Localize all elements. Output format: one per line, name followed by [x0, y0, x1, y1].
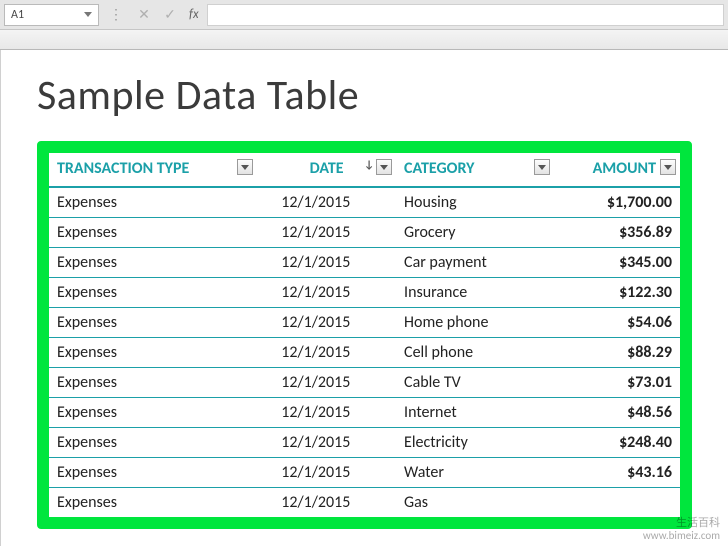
filter-button[interactable]: [237, 159, 253, 175]
enter-formula-button[interactable]: ✓: [159, 4, 181, 26]
sort-descending-icon: ↓: [364, 158, 374, 171]
cell-date[interactable]: 12/1/2015: [257, 428, 396, 458]
cell-date[interactable]: 12/1/2015: [257, 278, 396, 308]
cell-transaction-type[interactable]: Expenses: [49, 278, 257, 308]
watermark-text: 生活百科: [643, 516, 720, 529]
name-box[interactable]: A1: [4, 4, 99, 26]
cell-date[interactable]: 12/1/2015: [257, 187, 396, 218]
chevron-down-icon: [538, 165, 546, 170]
cell-transaction-type[interactable]: Expenses: [49, 308, 257, 338]
cell-date[interactable]: 12/1/2015: [257, 368, 396, 398]
cell-category[interactable]: Cable TV: [396, 368, 554, 398]
table-row[interactable]: Expenses12/1/2015Grocery$356.89: [49, 218, 680, 248]
table-row[interactable]: Expenses12/1/2015Water$43.16: [49, 458, 680, 488]
cell-category[interactable]: Insurance: [396, 278, 554, 308]
cell-amount[interactable]: $248.40: [554, 428, 680, 458]
cell-amount[interactable]: $43.16: [554, 458, 680, 488]
fx-label[interactable]: fx: [185, 7, 199, 22]
page-title: Sample Data Table: [37, 70, 692, 121]
cell-transaction-type[interactable]: Expenses: [49, 488, 257, 518]
cell-date[interactable]: 12/1/2015: [257, 338, 396, 368]
highlighted-table-frame: TRANSACTION TYPE DATE ↓ CATEGORY AMOUNT: [37, 141, 692, 529]
cell-category[interactable]: Water: [396, 458, 554, 488]
table-row[interactable]: Expenses12/1/2015Car payment$345.00: [49, 248, 680, 278]
header-label: TRANSACTION TYPE: [57, 159, 189, 178]
col-date[interactable]: DATE ↓: [257, 153, 396, 187]
cell-date[interactable]: 12/1/2015: [257, 248, 396, 278]
cell-transaction-type[interactable]: Expenses: [49, 428, 257, 458]
divider: ⋮: [103, 6, 129, 23]
cell-category[interactable]: Home phone: [396, 308, 554, 338]
watermark-url: www.bimeiz.com: [643, 529, 720, 542]
filter-button[interactable]: [660, 159, 676, 175]
table-row[interactable]: Expenses12/1/2015Gas: [49, 488, 680, 518]
cell-transaction-type[interactable]: Expenses: [49, 458, 257, 488]
cell-date[interactable]: 12/1/2015: [257, 308, 396, 338]
header-label: AMOUNT: [593, 159, 656, 178]
name-box-value: A1: [11, 8, 84, 22]
cell-amount[interactable]: $73.01: [554, 368, 680, 398]
cell-category[interactable]: Electricity: [396, 428, 554, 458]
cell-category[interactable]: Car payment: [396, 248, 554, 278]
cell-date[interactable]: 12/1/2015: [257, 218, 396, 248]
filter-button[interactable]: [534, 159, 550, 175]
cell-date[interactable]: 12/1/2015: [257, 458, 396, 488]
table-row[interactable]: Expenses12/1/2015Cable TV$73.01: [49, 368, 680, 398]
ruler: [0, 30, 728, 50]
header-label: CATEGORY: [404, 159, 474, 178]
cell-date[interactable]: 12/1/2015: [257, 398, 396, 428]
chevron-down-icon: [664, 165, 672, 170]
cell-transaction-type[interactable]: Expenses: [49, 248, 257, 278]
chevron-down-icon: [380, 165, 388, 170]
header-label: DATE: [310, 159, 344, 178]
watermark: 生活百科 www.bimeiz.com: [643, 516, 720, 542]
table-row[interactable]: Expenses12/1/2015Housing$1,700.00: [49, 187, 680, 218]
cell-category[interactable]: Cell phone: [396, 338, 554, 368]
cell-category[interactable]: Internet: [396, 398, 554, 428]
formula-input[interactable]: [207, 4, 724, 26]
cancel-formula-button[interactable]: ✕: [133, 4, 155, 26]
table-row[interactable]: Expenses12/1/2015Home phone$54.06: [49, 308, 680, 338]
cell-transaction-type[interactable]: Expenses: [49, 218, 257, 248]
data-table: TRANSACTION TYPE DATE ↓ CATEGORY AMOUNT: [49, 153, 680, 517]
col-category[interactable]: CATEGORY: [396, 153, 554, 187]
col-amount[interactable]: AMOUNT: [554, 153, 680, 187]
cell-amount[interactable]: $122.30: [554, 278, 680, 308]
cell-transaction-type[interactable]: Expenses: [49, 368, 257, 398]
cell-amount[interactable]: $54.06: [554, 308, 680, 338]
cell-amount[interactable]: $345.00: [554, 248, 680, 278]
cell-category[interactable]: Gas: [396, 488, 554, 518]
chevron-down-icon: [241, 165, 249, 170]
table-header-row: TRANSACTION TYPE DATE ↓ CATEGORY AMOUNT: [49, 153, 680, 187]
formula-bar: A1 ⋮ ✕ ✓ fx: [0, 0, 728, 30]
cell-transaction-type[interactable]: Expenses: [49, 398, 257, 428]
cell-transaction-type[interactable]: Expenses: [49, 338, 257, 368]
cell-category[interactable]: Grocery: [396, 218, 554, 248]
cell-amount[interactable]: $356.89: [554, 218, 680, 248]
table-row[interactable]: Expenses12/1/2015Insurance$122.30: [49, 278, 680, 308]
check-icon: ✓: [164, 6, 176, 23]
table-row[interactable]: Expenses12/1/2015Electricity$248.40: [49, 428, 680, 458]
cell-transaction-type[interactable]: Expenses: [49, 187, 257, 218]
cell-amount[interactable]: $48.56: [554, 398, 680, 428]
close-icon: ✕: [138, 6, 150, 23]
filter-button[interactable]: [376, 159, 392, 175]
document-page: Sample Data Table TRANSACTION TYPE DATE …: [0, 50, 728, 546]
cell-category[interactable]: Housing: [396, 187, 554, 218]
cell-amount[interactable]: $1,700.00: [554, 187, 680, 218]
cell-date[interactable]: 12/1/2015: [257, 488, 396, 518]
cell-amount[interactable]: $88.29: [554, 338, 680, 368]
table-row[interactable]: Expenses12/1/2015Internet$48.56: [49, 398, 680, 428]
col-transaction-type[interactable]: TRANSACTION TYPE: [49, 153, 257, 187]
table-row[interactable]: Expenses12/1/2015Cell phone$88.29: [49, 338, 680, 368]
chevron-down-icon: [84, 12, 92, 17]
cell-amount[interactable]: [554, 488, 680, 518]
